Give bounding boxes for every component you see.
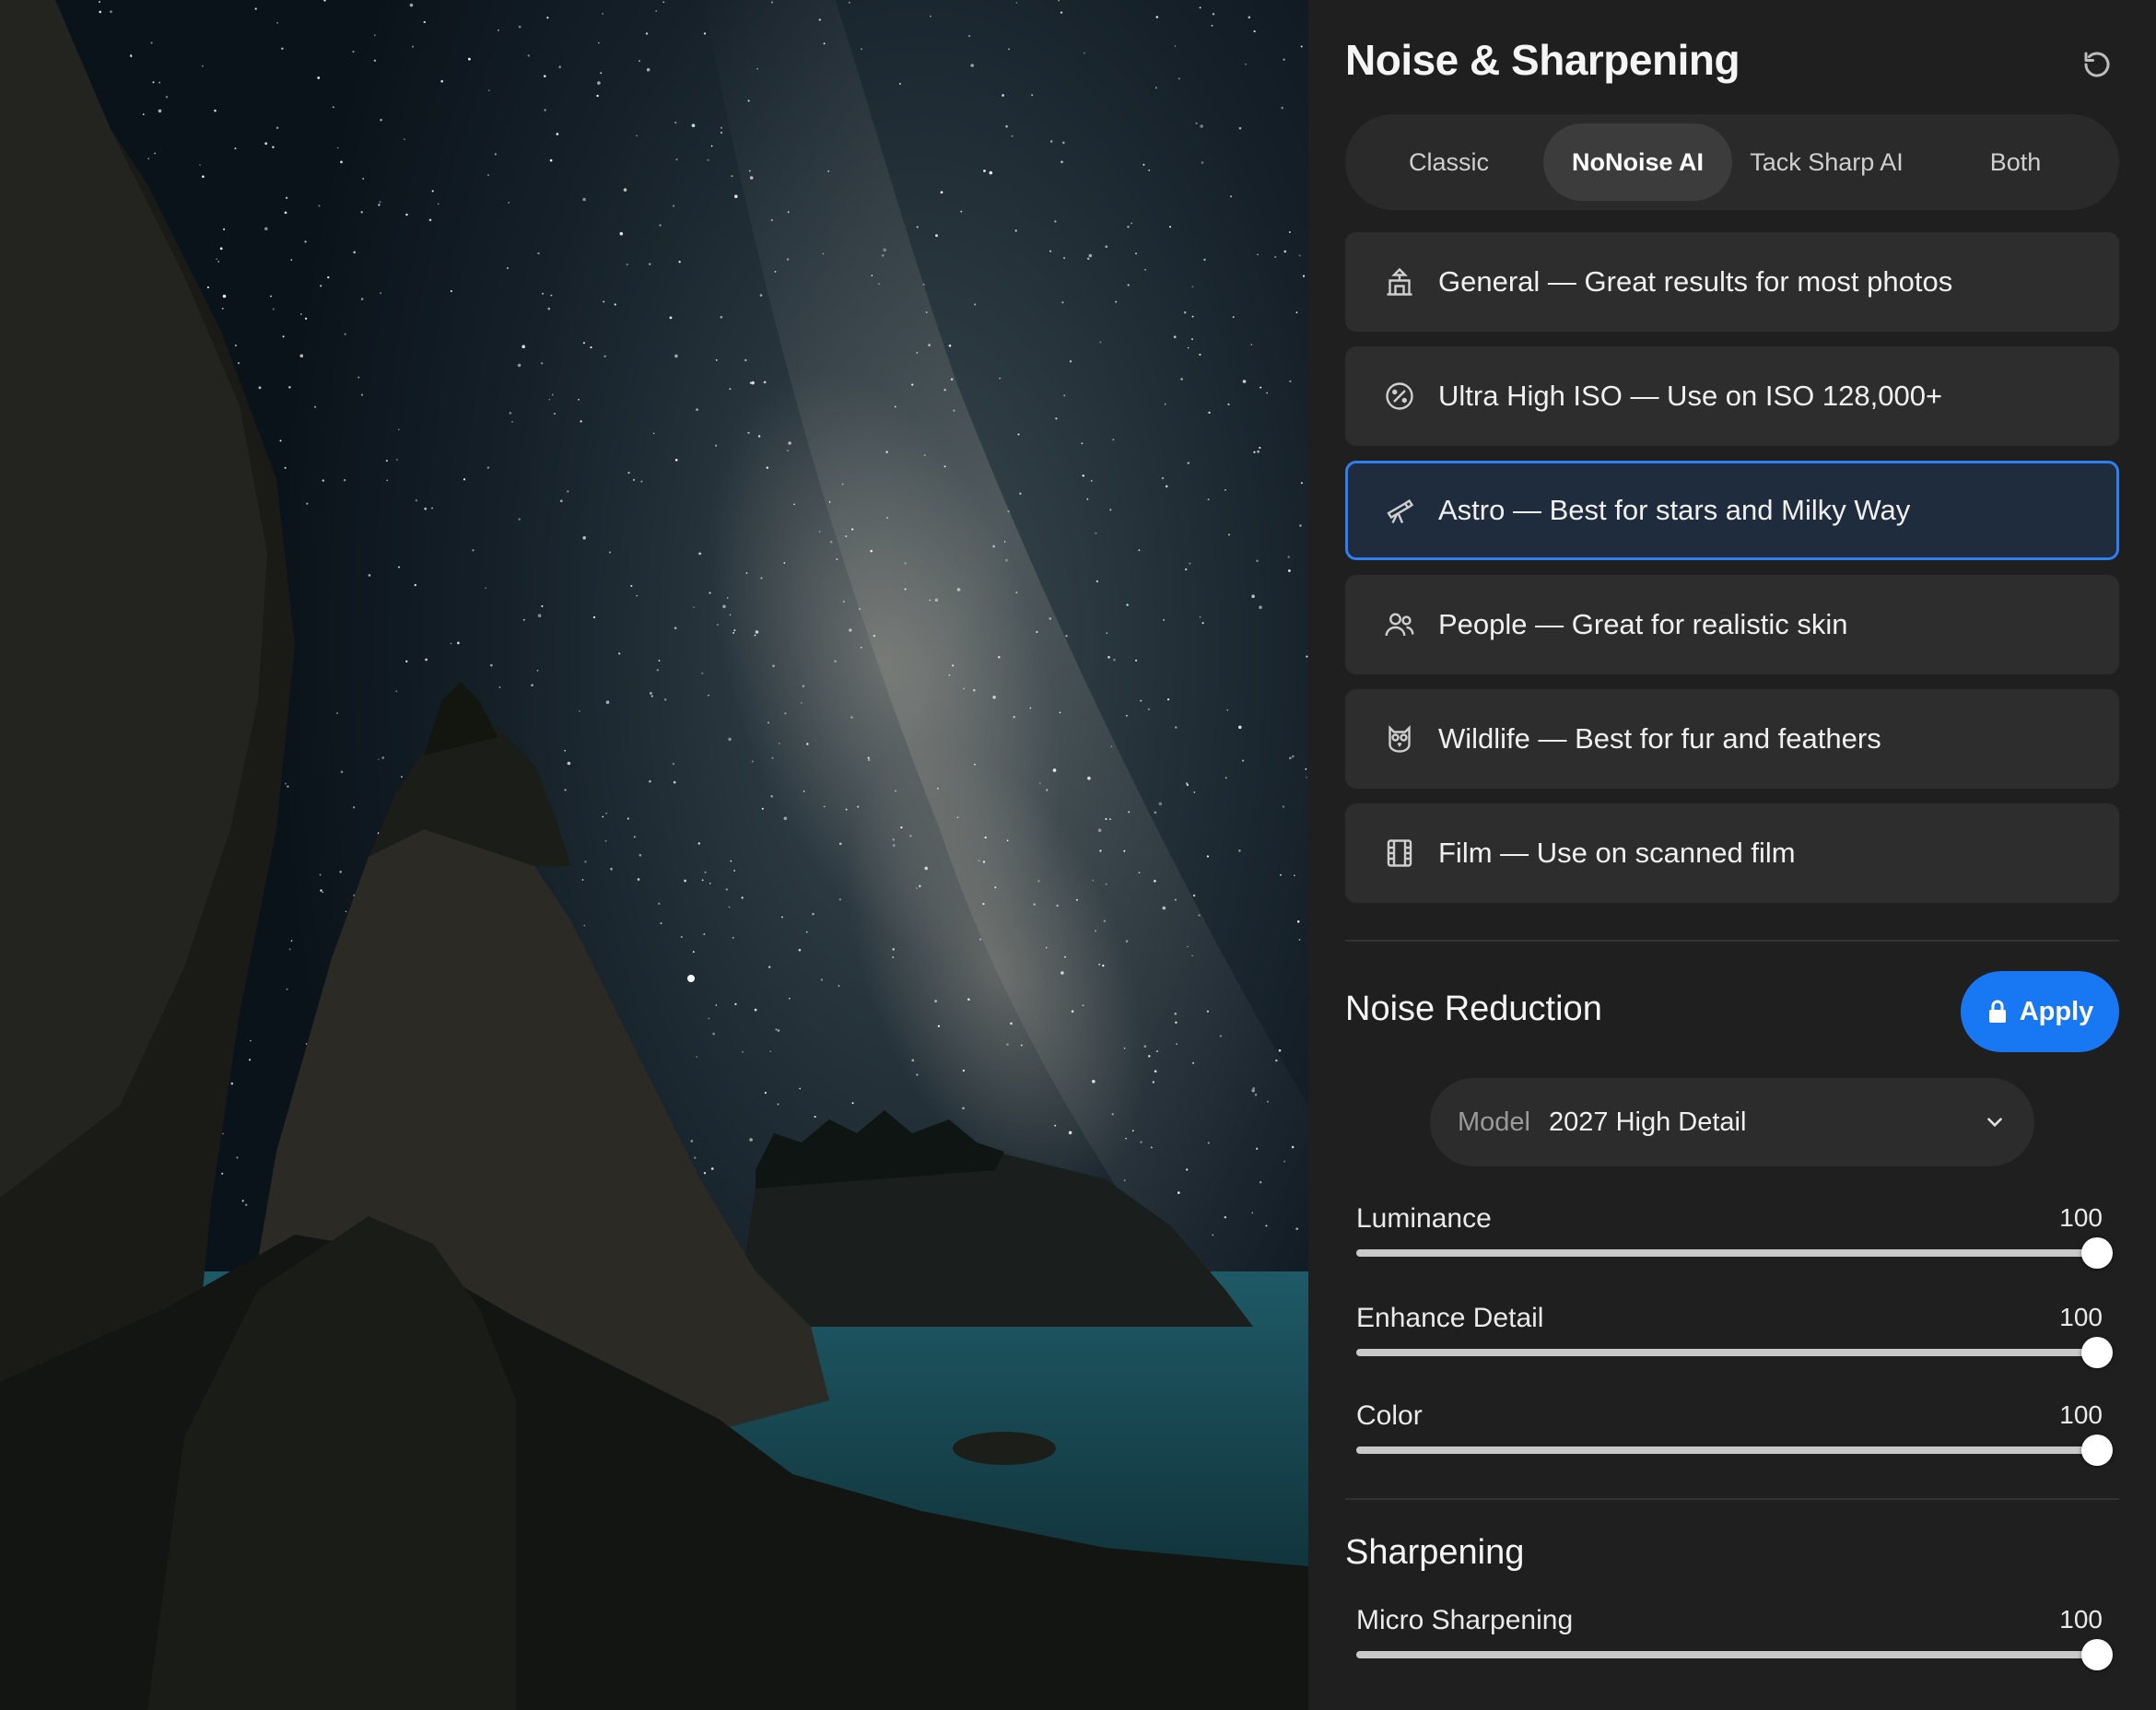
slider-value: 100: [2059, 1203, 2103, 1232]
preset-label: Film — Use on scanned film: [1438, 837, 1796, 869]
preset-general[interactable]: General — Great results for most photos: [1345, 232, 2119, 332]
lock-icon: [1988, 1000, 2006, 1023]
reset-button[interactable]: [2077, 44, 2117, 85]
slider-fill: [1356, 1446, 2097, 1454]
apply-label: Apply: [2019, 996, 2094, 1026]
preset-ultra-high-iso[interactable]: Ultra High ISO — Use on ISO 128,000+: [1345, 346, 2119, 446]
micro-sharpening-slider[interactable]: Micro Sharpening 100: [1356, 1605, 2117, 1679]
slider-track[interactable]: [1356, 1435, 2113, 1466]
tab-nonoise-ai[interactable]: NoNoise AI: [1543, 123, 1732, 201]
preset-wildlife[interactable]: Wildlife — Best for fur and feathers: [1345, 689, 2119, 789]
divider: [1345, 940, 2119, 942]
preset-label: Astro — Best for stars and Milky Way: [1438, 494, 1911, 526]
night-sky-photo: [0, 0, 1308, 1710]
preset-label: Wildlife — Best for fur and feathers: [1438, 722, 1881, 755]
slider-value: 100: [2059, 1400, 2103, 1429]
slider-handle[interactable]: [2081, 1435, 2113, 1466]
slider-label: Enhance Detail: [1356, 1303, 1544, 1333]
iso-dial-icon: [1379, 376, 1420, 416]
telescope-icon: [1379, 490, 1420, 531]
slider-track[interactable]: [1356, 1639, 2113, 1670]
tab-classic[interactable]: Classic: [1354, 123, 1543, 201]
slider-track[interactable]: [1356, 1337, 2113, 1368]
luminance-slider[interactable]: Luminance 100: [1356, 1203, 2117, 1277]
noise-reduction-title: Noise Reduction: [1345, 990, 1602, 1028]
preset-label: General — Great results for most photos: [1438, 265, 1953, 298]
tab-both[interactable]: Both: [1921, 123, 2110, 201]
slider-fill: [1356, 1249, 2097, 1257]
slider-label: Color: [1356, 1400, 1423, 1431]
preset-list: General — Great results for most photos …: [1345, 232, 2119, 918]
preset-astro[interactable]: Astro — Best for stars and Milky Way: [1345, 461, 2119, 560]
slider-label: Micro Sharpening: [1356, 1605, 1574, 1635]
mode-tabs: Classic NoNoise AI Tack Sharp AI Both: [1345, 114, 2119, 210]
model-key: Model: [1458, 1107, 1530, 1137]
apply-button[interactable]: Apply: [1961, 971, 2119, 1052]
model-value: 2027 High Detail: [1549, 1107, 1747, 1137]
slider-handle[interactable]: [2081, 1237, 2113, 1269]
slider-handle[interactable]: [2081, 1337, 2113, 1368]
slider-track[interactable]: [1356, 1237, 2113, 1269]
building-icon: [1379, 262, 1420, 302]
divider: [1345, 1498, 2119, 1500]
reset-icon: [2084, 52, 2110, 77]
slider-value: 100: [2059, 1605, 2103, 1634]
film-icon: [1379, 833, 1420, 873]
owl-icon: [1379, 719, 1420, 759]
preset-film[interactable]: Film — Use on scanned film: [1345, 803, 2119, 903]
preset-people[interactable]: People — Great for realistic skin: [1345, 575, 2119, 674]
enhance-detail-slider[interactable]: Enhance Detail 100: [1356, 1303, 2117, 1376]
slider-handle[interactable]: [2081, 1639, 2113, 1670]
sharpening-title: Sharpening: [1345, 1533, 1525, 1572]
slider-value: 100: [2059, 1303, 2103, 1331]
preset-label: Ultra High ISO — Use on ISO 128,000+: [1438, 380, 1943, 412]
model-select[interactable]: Model 2027 High Detail: [1430, 1078, 2034, 1166]
slider-fill: [1356, 1651, 2097, 1658]
panel-title: Noise & Sharpening: [1345, 36, 1740, 84]
photo-canvas[interactable]: [0, 0, 1308, 1710]
slider-label: Luminance: [1356, 1203, 1492, 1234]
color-slider[interactable]: Color 100: [1356, 1400, 2117, 1474]
slider-fill: [1356, 1349, 2097, 1356]
tab-tack-sharp-ai[interactable]: Tack Sharp AI: [1732, 123, 1921, 201]
people-icon: [1379, 604, 1420, 645]
preset-label: People — Great for realistic skin: [1438, 608, 1848, 640]
adjustments-panel: Noise & Sharpening Classic NoNoise AI Ta…: [1308, 0, 2156, 1710]
chevron-down-icon: [1987, 1118, 2002, 1128]
